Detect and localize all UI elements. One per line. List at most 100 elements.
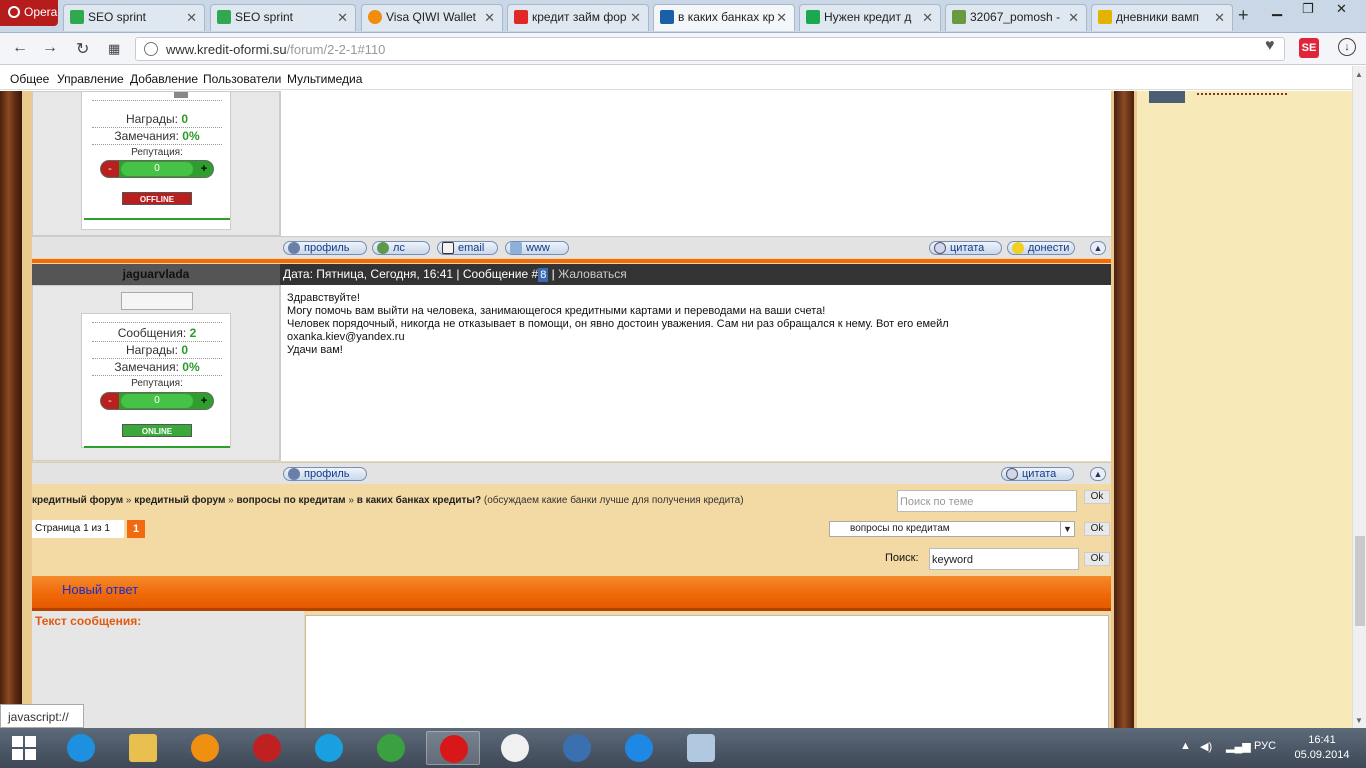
- b-app-icon[interactable]: [612, 731, 666, 765]
- search-ok-button[interactable]: Ok: [1084, 552, 1110, 566]
- media-icon[interactable]: [550, 731, 604, 765]
- folder-icon[interactable]: [116, 731, 170, 765]
- download-icon[interactable]: ↓: [1338, 38, 1356, 56]
- rep-plus-button[interactable]: +: [195, 161, 213, 177]
- bookmark-item[interactable]: Управление: [57, 72, 124, 86]
- scroll-top-icon[interactable]: ▲: [1090, 467, 1106, 481]
- speed-dial-icon[interactable]: ▦: [108, 41, 120, 57]
- quote-icon: [934, 242, 946, 254]
- tab-seo-sprint-2[interactable]: SEO sprint ✕: [210, 4, 356, 31]
- heart-icon[interactable]: ♥: [1265, 37, 1275, 55]
- se-extension-icon[interactable]: SE: [1299, 38, 1319, 58]
- post1-warnings: Замечания: 0%: [114, 129, 200, 143]
- tab-label: дневники вамп: [1116, 10, 1199, 24]
- breadcrumb-current[interactable]: в каких банках кредиты?: [357, 495, 481, 506]
- panel-image: [1149, 91, 1185, 103]
- app-icon[interactable]: [240, 731, 294, 765]
- quote-button[interactable]: цитата: [929, 241, 1002, 255]
- post2-number[interactable]: 8: [538, 268, 549, 282]
- topic-search-input[interactable]: Поиск по теме: [897, 490, 1077, 512]
- frame-right: [1111, 91, 1137, 735]
- opera-taskbar-icon[interactable]: [426, 731, 480, 765]
- chrome-icon[interactable]: [364, 731, 418, 765]
- rep-minus-button[interactable]: -: [101, 161, 119, 177]
- skype-icon[interactable]: [302, 731, 356, 765]
- close-icon[interactable]: ✕: [922, 10, 933, 26]
- scroll-thumb[interactable]: [1355, 536, 1365, 626]
- forum-jump-select[interactable]: вопросы по кредитам ▼: [829, 521, 1075, 537]
- signal-icon[interactable]: ▂▄▆: [1226, 740, 1251, 753]
- close-icon[interactable]: ✕: [484, 10, 495, 26]
- message-textarea[interactable]: [305, 615, 1109, 735]
- email-button[interactable]: email: [437, 241, 498, 255]
- search-label: Поиск:: [885, 552, 919, 564]
- maximize-button[interactable]: ❐: [1302, 1, 1314, 17]
- paint-icon[interactable]: [674, 731, 728, 765]
- pm-button[interactable]: лс: [372, 241, 430, 255]
- close-icon[interactable]: ✕: [1068, 10, 1079, 26]
- bookmark-item[interactable]: Добавление: [130, 72, 198, 86]
- close-icon[interactable]: ✕: [1214, 10, 1225, 26]
- tab-qiwi[interactable]: Visa QIWI Wallet ✕: [361, 4, 503, 31]
- close-icon[interactable]: ✕: [630, 10, 641, 26]
- language-indicator[interactable]: РУС: [1254, 740, 1276, 752]
- envelope-icon: [442, 242, 454, 254]
- rep-plus-button[interactable]: +: [195, 393, 213, 409]
- bookmark-item[interactable]: Общее: [10, 72, 49, 86]
- close-icon[interactable]: ✕: [186, 10, 197, 26]
- tab-active-forum[interactable]: в каких банках кр ✕: [653, 4, 795, 31]
- new-tab-button[interactable]: +: [1238, 5, 1249, 26]
- back-icon[interactable]: ←: [12, 39, 28, 57]
- quote-button[interactable]: цитата: [1001, 467, 1074, 481]
- avatar: [121, 292, 193, 310]
- close-icon[interactable]: ✕: [776, 10, 787, 26]
- forward-icon[interactable]: →: [42, 39, 58, 57]
- yandex-browser-icon[interactable]: [488, 731, 542, 765]
- bookmark-item[interactable]: Мультимедиа: [287, 72, 362, 86]
- profile-button[interactable]: профиль: [283, 467, 367, 481]
- tab-video[interactable]: дневники вамп ✕: [1091, 4, 1233, 31]
- breadcrumb-link[interactable]: вопросы по кредитам: [236, 495, 345, 506]
- tab-seo-sprint-1[interactable]: SEO sprint ✕: [63, 4, 205, 31]
- qiwi-icon: [368, 10, 382, 24]
- page-scrollbar[interactable]: ▲ ▼: [1352, 66, 1366, 735]
- scroll-down-icon[interactable]: ▼: [1355, 716, 1363, 725]
- avast-icon[interactable]: [178, 731, 232, 765]
- breadcrumb-link[interactable]: кредитный форум: [134, 495, 225, 506]
- scroll-up-icon[interactable]: ▲: [1355, 70, 1363, 79]
- tab-yandex[interactable]: кредит займ фор ✕: [507, 4, 649, 31]
- close-icon[interactable]: ✕: [337, 10, 348, 26]
- divider: [92, 375, 222, 376]
- tab-credit[interactable]: Нужен кредит д ✕: [799, 4, 941, 31]
- reload-icon[interactable]: ↻: [76, 39, 89, 59]
- url-input[interactable]: www.kredit-oformi.su/forum/2-2-1#110: [135, 37, 1285, 61]
- bookmark-item[interactable]: Пользователи: [203, 72, 281, 86]
- opera-menu-button[interactable]: Opera: [0, 0, 58, 26]
- report-button[interactable]: донести: [1007, 241, 1075, 255]
- ie-icon[interactable]: [54, 731, 108, 765]
- search-input[interactable]: keyword: [929, 548, 1079, 570]
- tab-label: Нужен кредит д: [824, 10, 912, 24]
- page-current[interactable]: 1: [127, 520, 145, 538]
- page-content: Награды: 0 Замечания: 0% Репутация: - 0 …: [0, 91, 1352, 735]
- close-window-button[interactable]: ✕: [1336, 1, 1347, 17]
- divider: [92, 322, 222, 323]
- profile-button[interactable]: профиль: [283, 241, 367, 255]
- jump-ok-button[interactable]: Ok: [1084, 522, 1110, 536]
- volume-icon[interactable]: ◀): [1200, 740, 1212, 753]
- www-button[interactable]: www: [505, 241, 569, 255]
- breadcrumb-link[interactable]: кредитный форум: [32, 495, 123, 506]
- tray-arrow-icon[interactable]: ▲: [1180, 740, 1191, 752]
- rep-minus-button[interactable]: -: [101, 393, 119, 409]
- user-icon: [288, 468, 300, 480]
- message-line: Удачи вам!: [287, 344, 343, 356]
- windows-start-icon[interactable]: [12, 736, 36, 760]
- tab-pomosh[interactable]: 32067_pomosh - ✕: [945, 4, 1087, 31]
- complain-link[interactable]: Жаловаться: [558, 267, 627, 281]
- post2-username[interactable]: jaguarvlada: [123, 267, 190, 281]
- breadcrumb-separator: »: [228, 495, 234, 506]
- clock[interactable]: 16:41 05.09.2014: [1292, 733, 1352, 763]
- topic-search-ok-button[interactable]: Ok: [1084, 490, 1110, 504]
- minimize-button[interactable]: ▁: [1272, 1, 1282, 17]
- scroll-top-icon[interactable]: ▲: [1090, 241, 1106, 255]
